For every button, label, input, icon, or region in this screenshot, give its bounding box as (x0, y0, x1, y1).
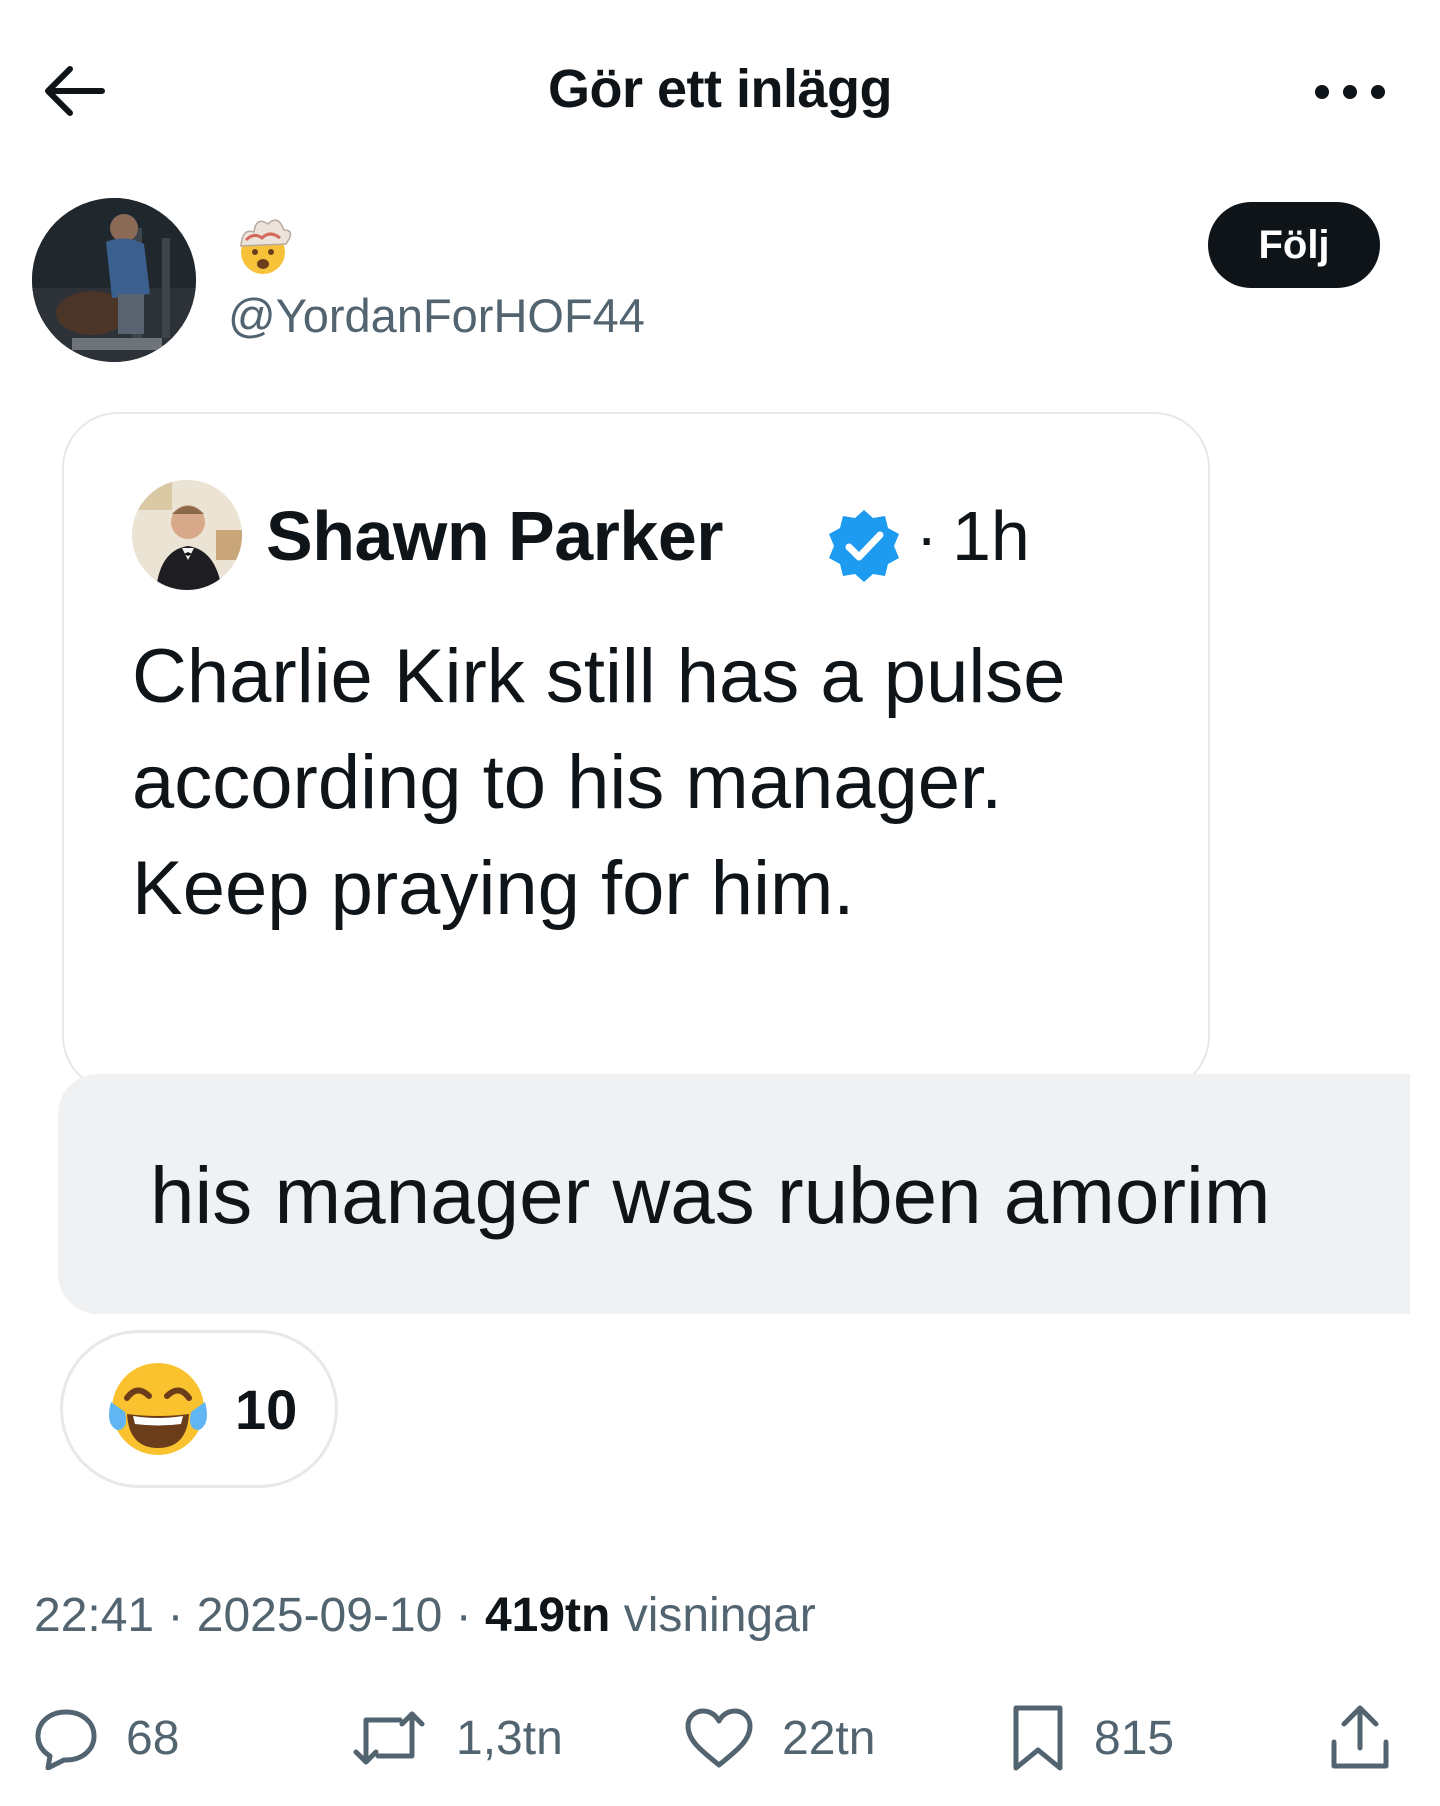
quoted-author-name[interactable]: Shawn Parker (266, 496, 724, 576)
bookmark-icon (1013, 1705, 1063, 1771)
share-icon (1331, 1705, 1389, 1769)
reaction-count: 10 (235, 1377, 298, 1441)
follow-button[interactable]: Följ (1208, 202, 1380, 288)
like-button[interactable]: 22tn (684, 1698, 875, 1778)
post-time: 22:41 (34, 1589, 155, 1642)
post-meta: 22:41 · 2025-09-10 · 419tn visningar (34, 1588, 816, 1643)
quoted-author-avatar[interactable] (132, 480, 242, 590)
quoted-separator: · (916, 501, 938, 573)
meta-separator: · (154, 1589, 197, 1642)
quoted-post-text: Charlie Kirk still has a pulse according… (132, 634, 1066, 931)
reply-button[interactable]: 68 (34, 1698, 179, 1778)
post-date: 2025-09-10 (196, 1589, 443, 1642)
reply-icon (35, 1709, 97, 1770)
share-button[interactable] (1328, 1698, 1392, 1778)
page-title: Gör ett inlägg (548, 59, 893, 119)
quoted-post-time: 1h (952, 497, 1030, 575)
quoted-avatar-photo (132, 480, 242, 590)
bookmark-count: 815 (1094, 1711, 1175, 1765)
top-bar: Gör ett inlägg (0, 0, 1440, 190)
tears-of-joy-emoji-icon (109, 1363, 207, 1455)
quoted-post-card[interactable]: Shawn Parker · 1h Charlie Kirk still has… (62, 412, 1210, 1092)
more-options-button[interactable] (1300, 62, 1400, 122)
repost-count: 1,3tn (456, 1711, 563, 1765)
post-text-bubble: his manager was ruben amorim (58, 1074, 1410, 1314)
author-avatar[interactable] (32, 198, 196, 362)
meta-separator: · (442, 1589, 485, 1642)
verified-badge-icon (829, 510, 899, 582)
repost-button[interactable]: 1,3tn (350, 1698, 563, 1778)
like-count: 22tn (782, 1711, 876, 1765)
view-count[interactable]: 419tn (485, 1589, 610, 1642)
author-handle[interactable]: @YordanForHOF44 (228, 288, 645, 343)
post-text: his manager was ruben amorim (150, 1151, 1271, 1240)
reaction-pill[interactable]: 10 (60, 1330, 338, 1488)
heart-icon (685, 1708, 753, 1768)
views-label: visningar (610, 1589, 816, 1642)
repost-icon (353, 1711, 425, 1765)
more-horizontal-icon (1315, 85, 1385, 99)
bookmark-button[interactable]: 815 (1010, 1698, 1174, 1778)
exploding-head-emoji-icon (240, 219, 292, 274)
reply-count: 68 (126, 1711, 180, 1765)
avatar-photo (32, 198, 196, 362)
